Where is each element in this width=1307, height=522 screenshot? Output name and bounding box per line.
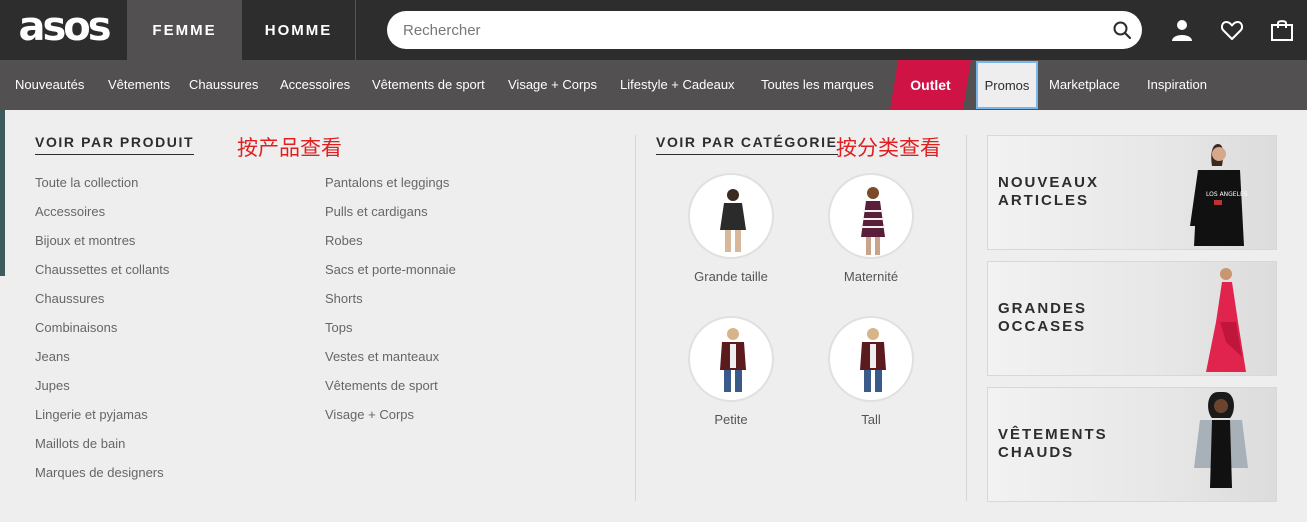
- tab-femme[interactable]: FEMME: [127, 0, 242, 60]
- product-link[interactable]: Toute la collection: [35, 175, 138, 190]
- nav-item-promos[interactable]: Promos: [976, 61, 1038, 109]
- category-image-petite[interactable]: [688, 316, 774, 402]
- asos-logo[interactable]: asos: [0, 0, 127, 60]
- promo-card-grandes-occases[interactable]: GRANDES OCCASES: [987, 261, 1277, 376]
- nav-item-accessoires[interactable]: Accessoires: [280, 60, 350, 110]
- nav-item-toutes-les-marques[interactable]: Toutes les marques: [761, 60, 874, 110]
- user-icon[interactable]: [1170, 18, 1194, 42]
- promo-title-line: VÊTEMENTS: [998, 426, 1108, 443]
- product-link[interactable]: Visage + Corps: [325, 407, 414, 422]
- column-divider: [635, 135, 636, 501]
- promo-card-title: NOUVEAUX ARTICLES: [998, 174, 1148, 210]
- product-link[interactable]: Robes: [325, 233, 363, 248]
- product-link[interactable]: Jupes: [35, 378, 70, 393]
- promo-title-line: NOUVEAUX: [998, 174, 1100, 191]
- product-link[interactable]: Maillots de bain: [35, 436, 125, 451]
- heart-icon[interactable]: [1220, 18, 1244, 42]
- nav-item-lifestyle-cadeaux[interactable]: Lifestyle + Cadeaux: [620, 60, 735, 110]
- category-label[interactable]: Grande taille: [661, 269, 801, 284]
- product-link[interactable]: Jeans: [35, 349, 70, 364]
- search-box: [387, 11, 1142, 49]
- logo-text: asos: [18, 4, 111, 50]
- category-image-grande-taille[interactable]: [688, 173, 774, 259]
- nav-item-vetements[interactable]: Vêtements: [108, 60, 170, 110]
- bag-icon[interactable]: [1270, 18, 1294, 42]
- nav-item-outlet[interactable]: Outlet: [890, 60, 971, 110]
- nav-item-marketplace[interactable]: Marketplace: [1049, 60, 1120, 110]
- section-title-by-category: VOIR PAR CATÉGORIE: [656, 134, 838, 155]
- product-link[interactable]: Marques de designers: [35, 465, 164, 480]
- promo-card-nouveaux-articles[interactable]: NOUVEAUX ARTICLES LOS ANGELES: [987, 135, 1277, 250]
- svg-text:LOS ANGELES: LOS ANGELES: [1206, 191, 1248, 198]
- annotation-by-category: 按分类查看: [836, 136, 941, 160]
- search-icon[interactable]: [1112, 20, 1132, 40]
- product-link[interactable]: Vestes et manteaux: [325, 349, 439, 364]
- product-link[interactable]: Chaussettes et collants: [35, 262, 169, 277]
- promo-model-image: [1194, 392, 1248, 488]
- nav-item-nouveautes[interactable]: Nouveautés: [15, 60, 84, 110]
- promo-card-title: GRANDES OCCASES: [998, 300, 1148, 336]
- nav-item-visage-corps[interactable]: Visage + Corps: [508, 60, 597, 110]
- category-label[interactable]: Tall: [801, 412, 941, 427]
- product-link[interactable]: Combinaisons: [35, 320, 117, 335]
- promo-title-line: ARTICLES: [998, 192, 1089, 209]
- promo-title-line: CHAUDS: [998, 444, 1075, 461]
- product-link[interactable]: Shorts: [325, 291, 363, 306]
- product-link[interactable]: Chaussures: [35, 291, 104, 306]
- promo-title-line: OCCASES: [998, 318, 1087, 335]
- tab-homme[interactable]: HOMME: [242, 0, 356, 60]
- promo-card-vetements-chauds[interactable]: VÊTEMENTS CHAUDS: [987, 387, 1277, 502]
- annotation-by-product: 按产品查看: [237, 136, 342, 160]
- background-page-edge: [0, 110, 5, 276]
- product-link[interactable]: Vêtements de sport: [325, 378, 438, 393]
- promo-model-image: LOS ANGELES: [1190, 144, 1248, 246]
- category-label[interactable]: Petite: [661, 412, 801, 427]
- product-link[interactable]: Accessoires: [35, 204, 105, 219]
- category-image-maternite[interactable]: [828, 173, 914, 259]
- search-input[interactable]: [403, 11, 1093, 49]
- category-label[interactable]: Maternité: [801, 269, 941, 284]
- top-bar: asos FEMME HOMME: [0, 0, 1307, 60]
- promo-model-image: [1206, 268, 1246, 372]
- promo-title-line: GRANDES: [998, 300, 1088, 317]
- category-nav: Nouveautés Vêtements Chaussures Accessoi…: [0, 60, 1307, 110]
- product-link[interactable]: Bijoux et montres: [35, 233, 135, 248]
- nav-item-inspiration[interactable]: Inspiration: [1147, 60, 1207, 110]
- section-title-by-product: VOIR PAR PRODUIT: [35, 134, 195, 155]
- product-link[interactable]: Lingerie et pyjamas: [35, 407, 148, 422]
- promo-card-title: VÊTEMENTS CHAUDS: [998, 426, 1148, 462]
- nav-item-vetements-de-sport[interactable]: Vêtements de sport: [372, 60, 485, 110]
- product-link[interactable]: Sacs et porte-monnaie: [325, 262, 456, 277]
- nav-item-chaussures[interactable]: Chaussures: [189, 60, 258, 110]
- product-link[interactable]: Pantalons et leggings: [325, 175, 449, 190]
- column-divider: [966, 135, 967, 501]
- product-link[interactable]: Pulls et cardigans: [325, 204, 428, 219]
- product-link[interactable]: Tops: [325, 320, 352, 335]
- category-image-tall[interactable]: [828, 316, 914, 402]
